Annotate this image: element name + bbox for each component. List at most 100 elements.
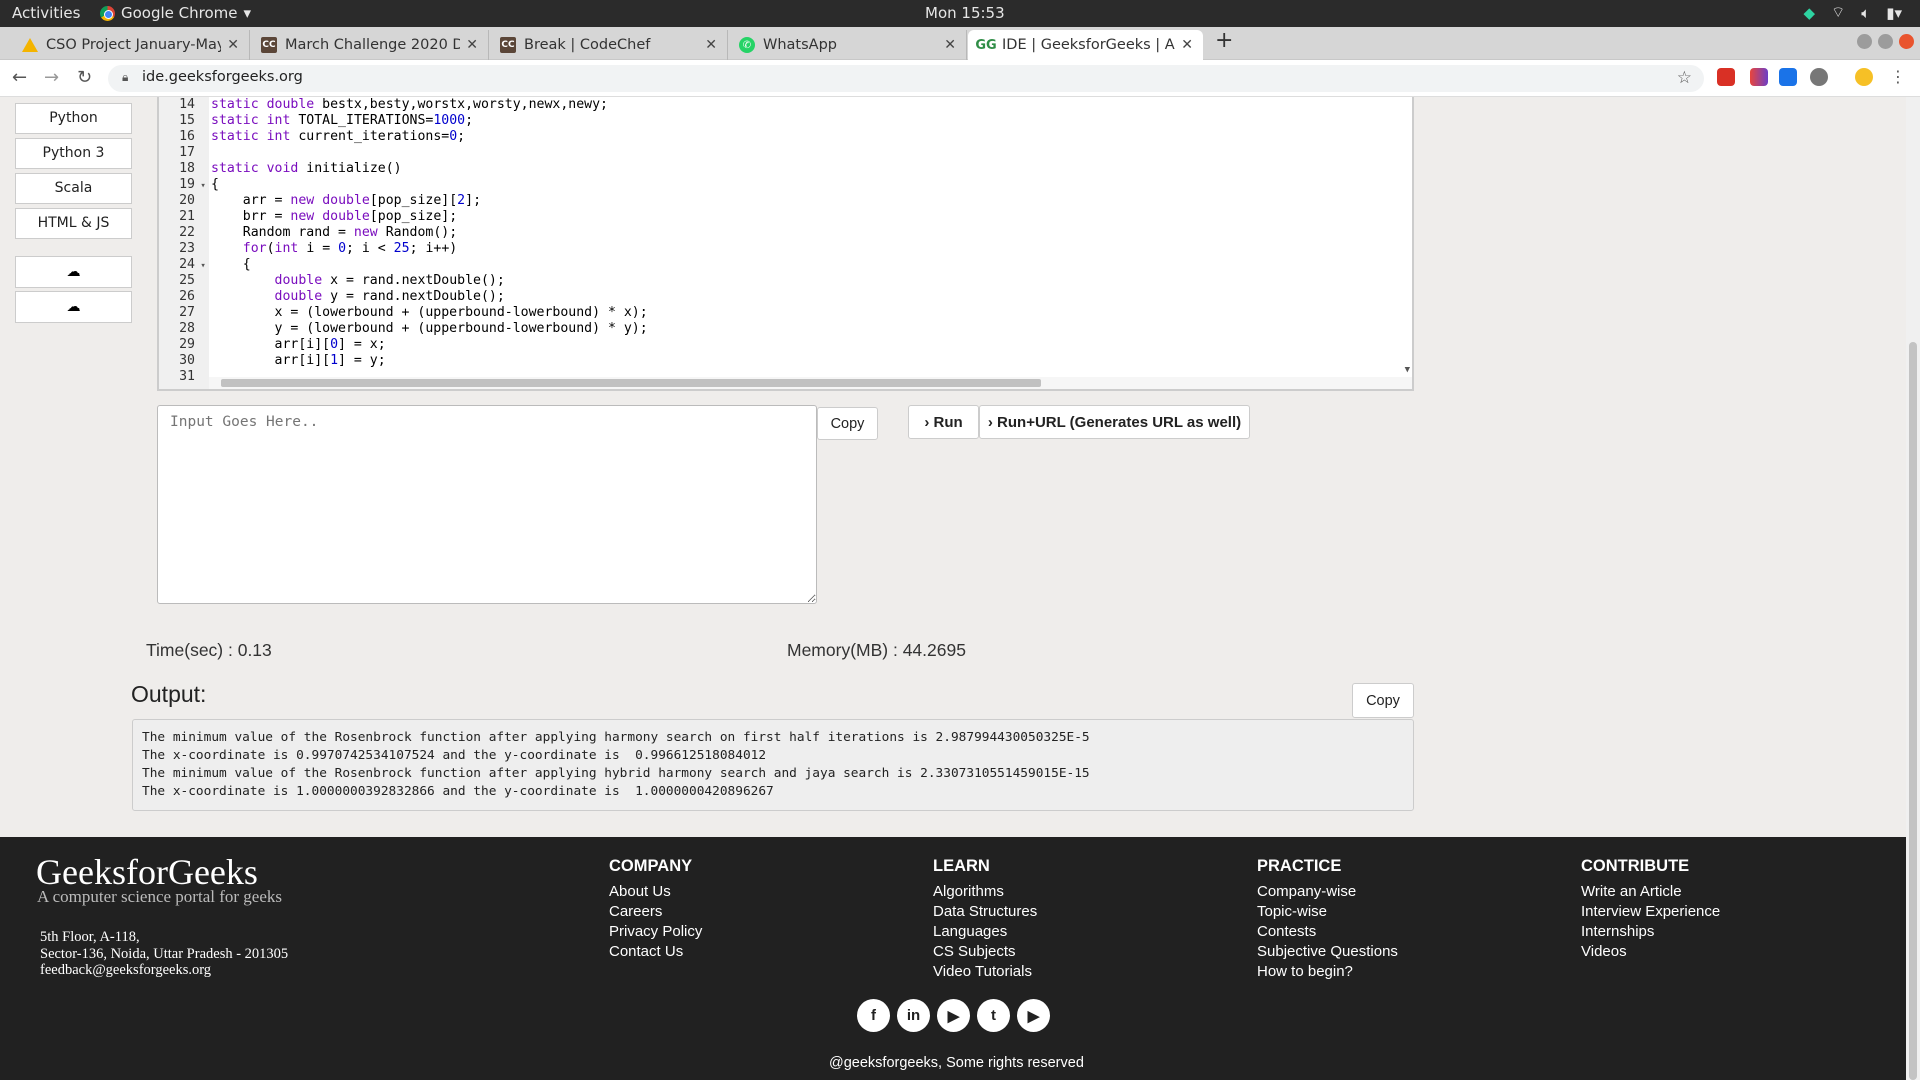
maximize-icon[interactable]: [1878, 34, 1893, 49]
footer-link[interactable]: Video Tutorials: [933, 962, 1037, 982]
stdin-input[interactable]: [157, 405, 817, 604]
code-line[interactable]: 21 brr = new double[pop_size];: [159, 209, 457, 225]
chevron-right-icon: ›: [987, 413, 993, 431]
forward-icon[interactable]: →: [44, 67, 59, 88]
lock-icon[interactable]: 🔒︎: [122, 70, 128, 85]
facebook-icon[interactable]: f: [857, 999, 890, 1032]
fold-arrow-icon[interactable]: ▾: [195, 181, 209, 191]
language-python-button[interactable]: Python: [15, 103, 132, 134]
language-python3-button[interactable]: Python 3: [15, 138, 132, 169]
scroll-down-arrow-icon[interactable]: ▼: [1405, 365, 1410, 375]
footer-link[interactable]: Algorithms: [933, 882, 1037, 902]
footer-link[interactable]: Privacy Policy: [609, 922, 702, 942]
footer-link[interactable]: Company-wise: [1257, 882, 1398, 902]
feedback-email-link[interactable]: feedback@geeksforgeeks.org: [40, 962, 288, 979]
footer-link[interactable]: Videos: [1581, 942, 1720, 962]
minimize-icon[interactable]: [1857, 34, 1872, 49]
scrollbar-thumb[interactable]: [221, 379, 1041, 387]
close-tab-icon[interactable]: ✕: [466, 37, 478, 53]
footer-link[interactable]: Data Structures: [933, 902, 1037, 922]
code-line[interactable]: 31: [159, 369, 209, 385]
tab-whatsapp[interactable]: ✆ WhatsApp ✕: [729, 30, 967, 60]
site-footer: GeeksforGeeks A computer science portal …: [0, 837, 1906, 1080]
network-share-icon[interactable]: ◆: [1804, 4, 1816, 22]
reload-icon[interactable]: ↻: [77, 67, 92, 88]
youtube-icon[interactable]: ▶: [1017, 999, 1050, 1032]
footer-link[interactable]: Subjective Questions: [1257, 942, 1398, 962]
app-menu[interactable]: Google Chrome ▾: [100, 4, 251, 22]
chrome-icon: [100, 5, 115, 21]
code-line[interactable]: 20 arr = new double[pop_size][2];: [159, 193, 481, 209]
close-tab-icon[interactable]: ✕: [227, 37, 239, 53]
code-line[interactable]: 17: [159, 145, 209, 161]
footer-link[interactable]: How to begin?: [1257, 962, 1398, 982]
copy-output-button[interactable]: Copy: [1352, 683, 1414, 718]
extension-add-icon[interactable]: [1810, 68, 1828, 86]
code-editor[interactable]: 14 static double bestx,besty,worstx,worst…: [157, 97, 1414, 391]
new-tab-icon[interactable]: +: [1215, 28, 1233, 53]
copy-input-button[interactable]: Copy: [817, 407, 878, 440]
footer-link[interactable]: Contests: [1257, 922, 1398, 942]
activities-button[interactable]: Activities: [12, 4, 80, 22]
close-tab-icon[interactable]: ✕: [705, 37, 717, 53]
code-line[interactable]: 27 x = (lowerbound + (upperbound-lowerbo…: [159, 305, 648, 321]
run-url-button[interactable]: › Run+URL (Generates URL as well): [979, 405, 1250, 439]
system-tray[interactable]: ◆ ⌔ 🔈︎ ▮▾: [1804, 3, 1902, 22]
code-line[interactable]: 23 for(int i = 0; i < 25; i++): [159, 241, 457, 257]
footer-link[interactable]: Interview Experience: [1581, 902, 1720, 922]
fold-arrow-icon[interactable]: ▾: [195, 261, 209, 271]
page-scrollbar-thumb[interactable]: [1909, 342, 1917, 1080]
footer-link[interactable]: Contact Us: [609, 942, 702, 962]
language-html-js-button[interactable]: HTML & JS: [15, 208, 132, 239]
code-line[interactable]: 22 Random rand = new Random();: [159, 225, 457, 241]
chrome-menu-icon[interactable]: ⋮: [1890, 67, 1906, 86]
code-line[interactable]: 30 arr[i][1] = y;: [159, 353, 386, 369]
tab-march-challenge[interactable]: CC March Challenge 2020 Div ✕: [251, 30, 489, 60]
code-line[interactable]: 28 y = (lowerbound + (upperbound-lowerbo…: [159, 321, 648, 337]
close-window-icon[interactable]: [1899, 34, 1914, 49]
linkedin-icon[interactable]: in: [897, 999, 930, 1032]
code-line[interactable]: 19 ▾{: [159, 177, 219, 193]
code-line[interactable]: 14 static double bestx,besty,worstx,worst…: [159, 97, 608, 113]
code-line[interactable]: 25 double x = rand.nextDouble();: [159, 273, 505, 289]
google-play-icon[interactable]: ▶: [937, 999, 970, 1032]
tab-break-codechef[interactable]: CC Break | CodeChef ✕: [490, 30, 728, 60]
code-line[interactable]: 24 ▾ {: [159, 257, 251, 273]
language-scala-button[interactable]: Scala: [15, 173, 132, 204]
profile-avatar-icon[interactable]: [1855, 68, 1873, 86]
footer-link[interactable]: CS Subjects: [933, 942, 1037, 962]
code-line[interactable]: 16 static int current_iterations=0;: [159, 129, 465, 145]
bookmark-star-icon[interactable]: ☆: [1677, 68, 1692, 88]
volume-icon[interactable]: 🔈︎: [1861, 4, 1870, 22]
footer-link[interactable]: Languages: [933, 922, 1037, 942]
footer-link[interactable]: Topic-wise: [1257, 902, 1398, 922]
line-number: 23: [179, 241, 195, 256]
footer-link[interactable]: Careers: [609, 902, 702, 922]
tab-cso-project[interactable]: CSO Project January-May ✕: [12, 30, 250, 60]
extension-translate-icon[interactable]: [1779, 68, 1797, 86]
address-bar[interactable]: 🔒︎ ide.geeksforgeeks.org ☆: [108, 65, 1704, 92]
close-tab-icon[interactable]: ✕: [1181, 37, 1193, 53]
battery-icon[interactable]: ▮▾: [1886, 4, 1902, 22]
code-line[interactable]: 29 arr[i][0] = x;: [159, 337, 386, 353]
code-line[interactable]: 18 static void initialize(): [159, 161, 401, 177]
cloud-upload-button[interactable]: ☁︎: [15, 256, 132, 288]
run-button[interactable]: › Run: [908, 405, 979, 439]
code-line[interactable]: 26 double y = rand.nextDouble();: [159, 289, 505, 305]
back-icon[interactable]: ←: [12, 67, 27, 88]
footer-link[interactable]: Internships: [1581, 922, 1720, 942]
twitter-icon[interactable]: t: [977, 999, 1010, 1032]
cloud-download-button[interactable]: ☁︎: [15, 291, 132, 323]
extension-adblock-icon[interactable]: [1717, 68, 1735, 86]
extension-icon[interactable]: [1750, 68, 1768, 86]
tab-ide-geeksforgeeks[interactable]: GG IDE | GeeksforGeeks | A co ✕: [968, 30, 1203, 60]
codechef-icon: CC: [500, 37, 516, 53]
footer-link[interactable]: Write an Article: [1581, 882, 1720, 902]
footer-link[interactable]: About Us: [609, 882, 702, 902]
editor-horizontal-scrollbar[interactable]: [209, 377, 1412, 389]
code-line[interactable]: 15 static int TOTAL_ITERATIONS=1000;: [159, 113, 473, 129]
close-tab-icon[interactable]: ✕: [944, 37, 956, 53]
page-scrollbar[interactable]: [1906, 97, 1920, 1080]
clock[interactable]: Mon 15:53: [925, 4, 1005, 22]
wifi-icon[interactable]: ⌔: [1831, 3, 1845, 22]
